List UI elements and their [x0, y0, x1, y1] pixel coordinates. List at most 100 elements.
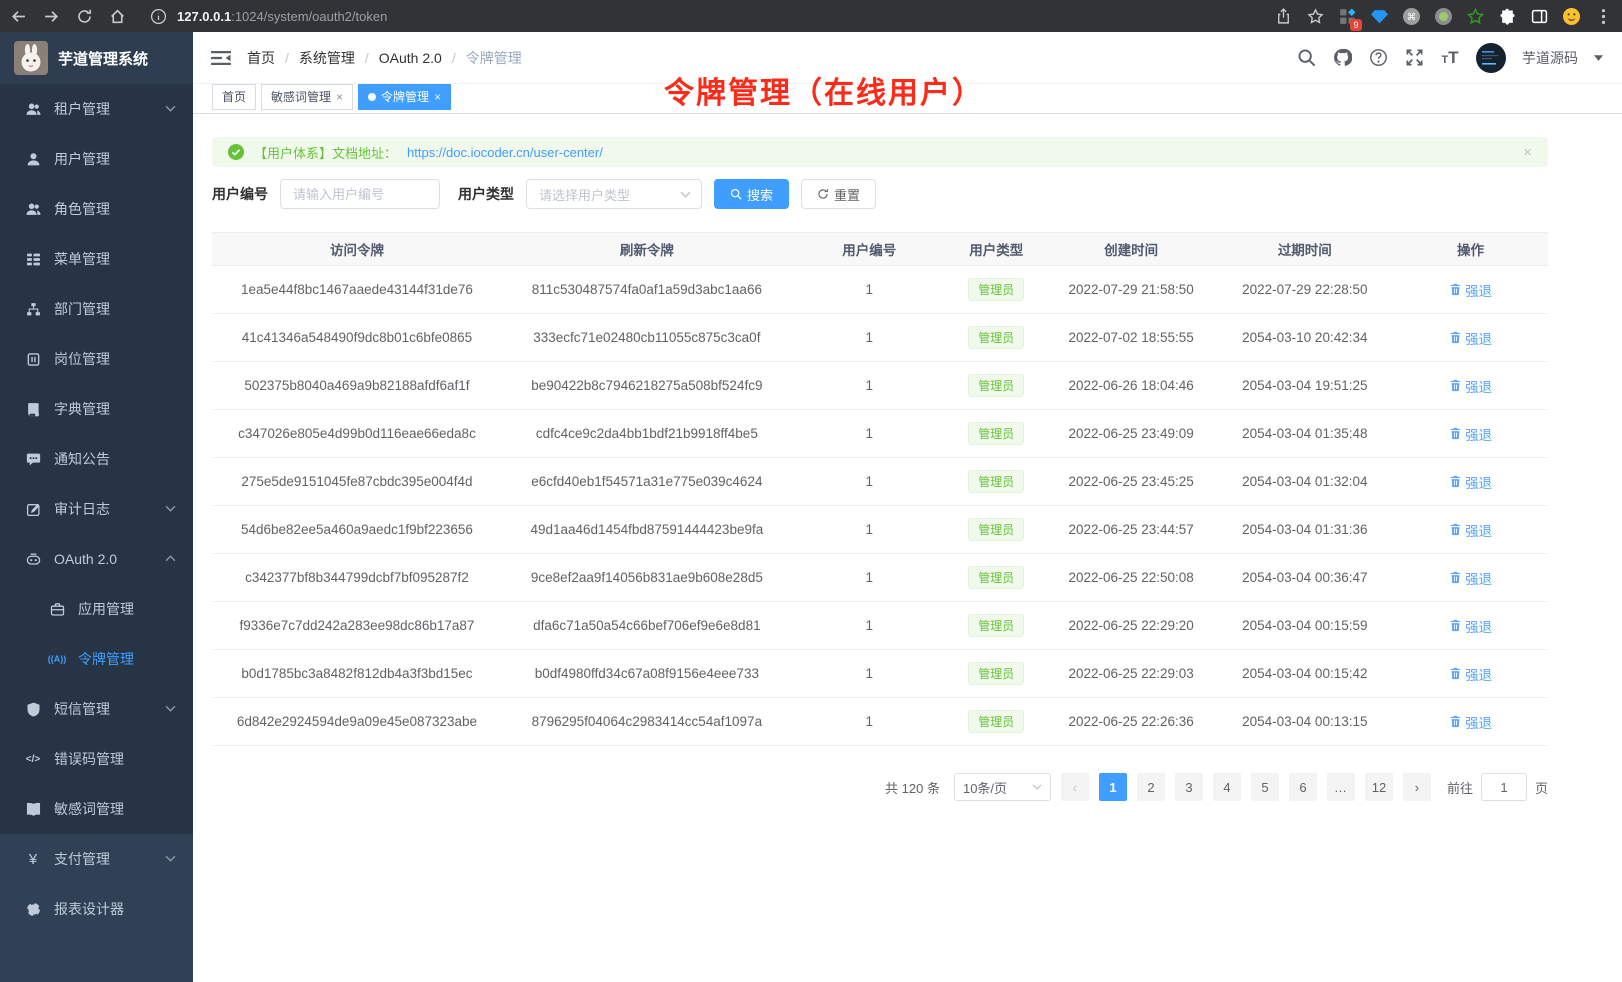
close-icon[interactable]: × [1523, 145, 1532, 160]
info-icon[interactable] [150, 8, 167, 25]
sidebar-item[interactable]: 角色管理 [0, 184, 193, 234]
success-alert: 【用户体系】文档地址： https://doc.iocoder.cn/user-… [212, 137, 1548, 167]
github-icon[interactable] [1332, 48, 1352, 68]
force-logout-button[interactable]: 强退 [1449, 568, 1492, 588]
sidebar-item[interactable]: OAuth 2.0 [0, 534, 193, 584]
user-id-cell: 1 [792, 506, 947, 554]
sidebar-item[interactable]: 报表设计器 [0, 884, 193, 934]
sidebar-item[interactable]: 应用管理 [0, 584, 193, 634]
refresh-token-cell: 811c530487574fa0af1a59d3abc1aa66 [502, 266, 792, 314]
page-button[interactable]: 6 [1289, 773, 1317, 801]
sidebar-item[interactable]: 菜单管理 [0, 234, 193, 284]
access-token-cell: 502375b8040a469a9b82188afdf6af1f [212, 362, 502, 410]
goto-page-input[interactable] [1481, 773, 1527, 801]
page-button[interactable]: 3 [1175, 773, 1203, 801]
force-logout-button[interactable]: 强退 [1449, 424, 1492, 444]
page-button[interactable]: 1 [1099, 773, 1127, 801]
back-icon[interactable] [10, 8, 27, 25]
created-time-cell: 2022-06-25 22:50:08 [1046, 554, 1217, 602]
breadcrumb-item[interactable]: OAuth 2.0 [379, 50, 466, 66]
help-icon[interactable] [1368, 48, 1388, 68]
page-size-select[interactable]: 10条/页 [954, 773, 1051, 801]
record-circle-icon [1435, 8, 1452, 25]
tab[interactable]: 令牌管理 × [358, 84, 451, 110]
sidebar-item[interactable]: 用户管理 [0, 134, 193, 184]
user-id-input[interactable] [280, 179, 440, 209]
breadcrumb-item[interactable]: 令牌管理 [466, 48, 522, 68]
search-icon [730, 188, 742, 200]
action-cell: 强退 [1393, 554, 1548, 602]
sidebar-item[interactable]: 租户管理 [0, 84, 193, 134]
force-logout-button[interactable]: 强退 [1449, 376, 1492, 396]
trash-icon [1449, 715, 1462, 728]
tab[interactable]: 首页 [212, 84, 256, 110]
content: 【用户体系】文档地址： https://doc.iocoder.cn/user-… [193, 114, 1622, 801]
sidebar-item[interactable]: 字典管理 [0, 384, 193, 434]
force-logout-button[interactable]: 强退 [1449, 472, 1492, 492]
sidebar-item[interactable]: 短信管理 [0, 684, 193, 734]
sidebar-item[interactable]: 部门管理 [0, 284, 193, 334]
user-type-badge: 管理员 [968, 710, 1024, 733]
action-cell: 强退 [1393, 314, 1548, 362]
collapse-menu-icon[interactable] [211, 50, 231, 66]
reload-icon[interactable] [76, 8, 93, 25]
page-button[interactable]: 4 [1213, 773, 1241, 801]
alert-link[interactable]: https://doc.iocoder.cn/user-center/ [407, 145, 603, 160]
force-logout-button[interactable]: 强退 [1449, 616, 1492, 636]
kebab-menu-icon [1595, 8, 1612, 25]
user-type-cell: 管理员 [947, 362, 1046, 410]
table-header-row: 访问令牌 刷新令牌 用户编号 用户类型 创建时间 过期时间 [212, 233, 1548, 266]
forward-icon[interactable] [43, 8, 60, 25]
reset-button[interactable]: 重置 [801, 179, 876, 209]
access-token-cell: f9336e7c7dd242a283ee98dc86b17a87 [212, 602, 502, 650]
rabbit-logo [14, 41, 48, 75]
page-button[interactable]: 2 [1137, 773, 1165, 801]
prev-page-button[interactable]: ‹ [1061, 773, 1089, 801]
sidebar-item[interactable]: ¥ 支付管理 [0, 834, 193, 884]
extension-badge: 9 [1350, 19, 1362, 31]
search-button[interactable]: 搜索 [714, 179, 789, 209]
breadcrumb-item[interactable]: 首页 [247, 48, 299, 68]
sidebar-item[interactable]: 敏感词管理 [0, 784, 193, 834]
address-bar[interactable]: 127.0.0.1:1024/system/oauth2/token [150, 8, 1275, 25]
page-button[interactable]: … [1327, 773, 1355, 801]
screen: 127.0.0.1:1024/system/oauth2/token 9 [0, 0, 1622, 982]
user-type-select[interactable]: 请选择用户类型 [526, 179, 702, 209]
access-token-cell: c342377bf8b344799dcbf7bf095287f2 [212, 554, 502, 602]
page-button[interactable]: 5 [1251, 773, 1279, 801]
breadcrumb-item[interactable]: 系统管理 [299, 48, 379, 68]
force-logout-button[interactable]: 强退 [1449, 712, 1492, 732]
username[interactable]: 芋道源码 [1522, 48, 1578, 68]
sidebar-item[interactable]: 通知公告 [0, 434, 193, 484]
expire-time-cell: 2054-03-04 00:13:15 [1217, 698, 1393, 746]
force-logout-button[interactable]: 强退 [1449, 520, 1492, 540]
close-icon[interactable]: × [336, 91, 343, 103]
font-size-icon[interactable]: TT [1440, 48, 1460, 68]
user-type-cell: 管理员 [947, 314, 1046, 362]
next-page-button[interactable]: › [1403, 773, 1431, 801]
sidebar-item[interactable]: </> 错误码管理 [0, 734, 193, 784]
roles-icon [24, 201, 42, 217]
user-id-cell: 1 [792, 650, 947, 698]
close-icon[interactable]: × [434, 91, 441, 103]
fullscreen-icon[interactable] [1404, 48, 1424, 68]
page-button[interactable]: 12 [1365, 773, 1393, 801]
avatar[interactable] [1476, 43, 1506, 73]
caret-down-icon[interactable] [1594, 55, 1604, 61]
chevron-down-icon [165, 555, 177, 563]
search-icon[interactable] [1296, 48, 1316, 68]
sidebar-item[interactable]: ((A)) 令牌管理 [0, 634, 193, 684]
refresh-token-cell: b0df4980ffd34c67a08f9156e4eee733 [502, 650, 792, 698]
sidebar-item[interactable]: 岗位管理 [0, 334, 193, 384]
home-icon[interactable] [109, 8, 126, 25]
robot-icon [24, 551, 42, 567]
force-logout-button[interactable]: 强退 [1449, 328, 1492, 348]
app-logo[interactable]: 芋道管理系统 [0, 32, 193, 84]
force-logout-button[interactable]: 强退 [1449, 280, 1492, 300]
trash-icon [1449, 379, 1462, 392]
force-logout-button[interactable]: 强退 [1449, 664, 1492, 684]
sidebar-item[interactable]: 审计日志 [0, 484, 193, 534]
access-token-cell: 54d6be82ee5a460a9aedc1f9bf223656 [212, 506, 502, 554]
user-type-badge: 管理员 [968, 470, 1024, 493]
tab[interactable]: 敏感词管理 × [261, 84, 353, 110]
